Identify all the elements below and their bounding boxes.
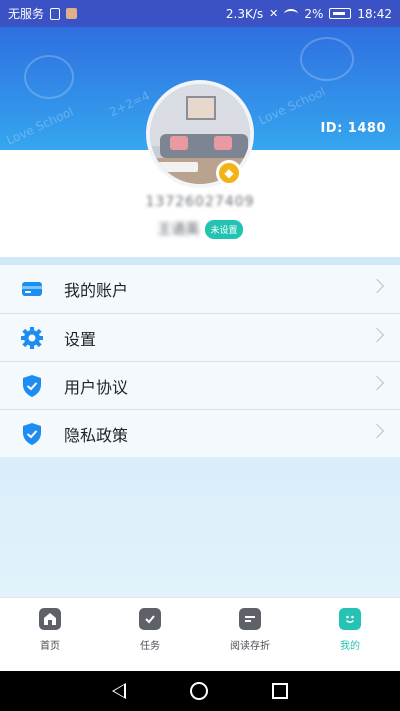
chevron-right-icon bbox=[369, 375, 385, 391]
home-circle-icon[interactable] bbox=[190, 682, 208, 700]
status-bar: 无服务 2.3K/s ✕ 2% 18:42 bbox=[0, 0, 400, 27]
menu-item-user-agreement[interactable]: 用户协议 bbox=[0, 361, 400, 409]
recent-apps-icon[interactable] bbox=[272, 683, 288, 699]
menu-item-label: 用户协议 bbox=[64, 377, 129, 397]
menu-item-account[interactable]: 我的账户 bbox=[0, 265, 400, 313]
menu-item-label: 隐私政策 bbox=[64, 425, 129, 445]
menu-list: 我的账户 设置 用户协议 隐私政策 bbox=[0, 265, 400, 457]
back-icon[interactable] bbox=[112, 683, 126, 699]
doodle-text: Love School bbox=[4, 104, 76, 148]
nav-item-home[interactable]: 首页 bbox=[0, 598, 100, 671]
phone-number: 13726027409 bbox=[145, 194, 255, 210]
nav-item-mine[interactable]: 我的 bbox=[300, 598, 400, 671]
doodle-face-icon bbox=[24, 55, 74, 99]
app-notification-icon bbox=[66, 8, 78, 19]
doodle-text: 2+2=4 bbox=[107, 88, 152, 120]
usb-icon bbox=[50, 7, 61, 20]
gear-icon bbox=[20, 326, 44, 350]
nav-item-passbook[interactable]: 阅读存折 bbox=[200, 598, 300, 671]
mute-icon: ✕ bbox=[269, 7, 279, 20]
user-name: 王语英 bbox=[157, 222, 200, 238]
shield-check-icon bbox=[20, 374, 44, 398]
vip-diamond-icon: ◆ bbox=[216, 160, 242, 186]
menu-item-label: 设置 bbox=[64, 329, 97, 349]
doodle-text: Love School bbox=[256, 84, 328, 128]
nav-label: 阅读存折 bbox=[230, 641, 270, 652]
system-nav-bar bbox=[0, 671, 400, 711]
chevron-right-icon bbox=[369, 327, 385, 343]
menu-item-settings[interactable]: 设置 bbox=[0, 313, 400, 361]
network-speed: 2.3K/s bbox=[225, 6, 264, 21]
task-calendar-icon bbox=[139, 608, 161, 630]
battery-icon bbox=[329, 8, 352, 19]
name-row: 王语英 未设置 bbox=[0, 219, 400, 239]
doodle-face-icon bbox=[300, 37, 354, 81]
carrier-text: 无服务 bbox=[8, 7, 45, 21]
bottom-nav: 首页 任务 阅读存折 我的 bbox=[0, 597, 400, 671]
user-id-label: ID: 1480 bbox=[320, 121, 386, 136]
passbook-icon bbox=[239, 608, 261, 630]
shield-check-icon bbox=[20, 422, 44, 446]
status-badge[interactable]: 未设置 bbox=[205, 219, 243, 239]
menu-area: 我的账户 设置 用户协议 隐私政策 bbox=[0, 257, 400, 597]
chevron-right-icon bbox=[369, 278, 385, 294]
menu-item-privacy-policy[interactable]: 隐私政策 bbox=[0, 409, 400, 457]
wifi-icon bbox=[284, 8, 299, 19]
wallet-card-icon bbox=[20, 277, 44, 301]
chevron-right-icon bbox=[369, 423, 385, 439]
clock: 18:42 bbox=[357, 6, 392, 21]
profile-face-icon bbox=[339, 608, 361, 630]
nav-label: 首页 bbox=[40, 641, 60, 652]
battery-percent: 2% bbox=[304, 6, 324, 21]
menu-item-label: 我的账户 bbox=[64, 281, 129, 300]
nav-label: 我的 bbox=[340, 641, 360, 652]
home-icon bbox=[39, 608, 61, 630]
nav-label: 任务 bbox=[140, 641, 160, 652]
nav-item-tasks[interactable]: 任务 bbox=[100, 598, 200, 671]
